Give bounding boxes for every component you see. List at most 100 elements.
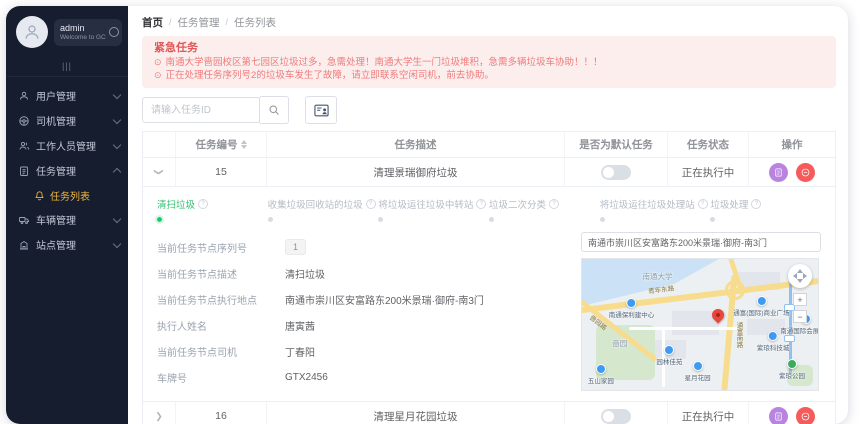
user-card[interactable]: admin Welcome to GC <box>54 18 122 46</box>
clock-icon <box>109 27 119 37</box>
main-content: 首页 / 任务管理 / 任务列表 紧急任务 ⊙ 南通大学啬园校区第七园区垃圾过多… <box>128 6 848 424</box>
id-card-button[interactable] <box>305 96 337 124</box>
breadcrumb-task-mgmt[interactable]: 任务管理 <box>178 15 220 30</box>
question-icon: ? <box>198 199 209 209</box>
map-compass[interactable] <box>788 264 812 288</box>
alert-message: ⊙ 南通大学啬园校区第七园区垃圾过多，急需处理！南通大学生一门垃圾堆积，急需多辆… <box>154 57 603 68</box>
collapse-button[interactable]: ||| <box>6 56 128 77</box>
sidebar-item-stations[interactable]: 站点管理 <box>6 232 128 257</box>
header-status: 任务状态 <box>668 132 749 157</box>
map-poi[interactable]: 五山家园 <box>588 363 614 385</box>
search-input[interactable] <box>142 97 260 123</box>
road-label: 青年东路 <box>647 285 675 296</box>
task-desc: 清理星月花园垃圾 <box>267 402 565 424</box>
question-icon: ? <box>476 199 487 209</box>
sidebar-nav: 用户管理 司机管理 工作人员管理 任务管理 任务列表 车辆管理 站点管理 <box>6 77 128 257</box>
step-item[interactable]: 收集垃圾回收站的垃圾? <box>267 197 379 222</box>
urgent-task-alert: 紧急任务 ⊙ 南通大学啬园校区第七园区垃圾过多，急需处理！南通大学生一门垃圾堆积… <box>142 36 836 88</box>
detail-button[interactable] <box>769 162 788 182</box>
user-row: admin Welcome to GC <box>6 6 128 56</box>
breadcrumb-home[interactable]: 首页 <box>142 15 163 30</box>
address-input[interactable] <box>581 232 821 252</box>
chevron-down-icon <box>112 214 122 223</box>
truck-icon <box>18 214 30 226</box>
chevron-down-icon <box>112 115 122 124</box>
table-row: ❯ 15 清理景瑞御府垃圾 正在执行中 <box>143 158 835 187</box>
document-icon <box>775 167 782 177</box>
header-expand <box>143 132 176 157</box>
question-icon: ? <box>697 199 708 209</box>
delete-button[interactable] <box>796 406 815 424</box>
map-poi[interactable]: 紫琅科技城 <box>757 331 789 352</box>
staff-icon <box>18 140 30 152</box>
map-poi[interactable]: 星月花园 <box>685 361 711 382</box>
table-header-row: 任务编号 任务描述 是否为默认任务 任务状态 操作 <box>143 132 835 158</box>
map-poi[interactable]: 紫琅公园 <box>779 358 805 380</box>
sort-icon[interactable] <box>240 140 247 149</box>
header-task-id[interactable]: 任务编号 <box>176 132 267 157</box>
task-table: 任务编号 任务描述 是否为默认任务 任务状态 操作 ❯ 15 清理景瑞御府垃圾 … <box>142 131 836 424</box>
alert-message: ⊙ 正在处理任务序列号2的垃圾车发生了故障，请立即联系空闲司机，前去协助。 <box>154 70 494 81</box>
zoom-in-button[interactable]: + <box>793 293 807 306</box>
avatar[interactable] <box>16 16 48 48</box>
search-button[interactable] <box>260 96 289 124</box>
step-item[interactable]: 垃圾处理? <box>710 197 821 222</box>
step-dot <box>378 217 384 222</box>
default-task-toggle[interactable] <box>601 408 631 424</box>
sidebar: admin Welcome to GC ||| 用户管理 司机管理 工作人员管理… <box>6 6 128 424</box>
step-item[interactable]: 将垃圾运往垃圾处理站? <box>599 197 711 222</box>
chevron-up-icon <box>112 167 122 177</box>
sidebar-item-vehicles[interactable]: 车辆管理 <box>6 207 128 232</box>
breadcrumb-task-list: 任务列表 <box>234 16 277 29</box>
bell-icon <box>35 190 44 200</box>
header-ops: 操作 <box>781 139 803 151</box>
station-icon <box>18 239 30 251</box>
step-dot <box>489 217 495 222</box>
minus-circle-icon <box>801 168 810 176</box>
detail-button[interactable] <box>769 406 788 424</box>
field-plate-number: 车牌号 GTX2456 <box>157 371 328 385</box>
step-dot <box>267 217 273 222</box>
person-icon <box>25 25 39 39</box>
sidebar-item-label: 任务列表 <box>50 191 90 203</box>
document-icon <box>775 411 782 421</box>
step-dot <box>599 217 605 222</box>
user-welcome: Welcome to GC <box>60 33 106 41</box>
sidebar-item-tasks[interactable]: 任务管理 <box>6 158 128 183</box>
zoom-out-button[interactable]: − <box>793 310 807 323</box>
alert-title: 紧急任务 <box>154 42 198 54</box>
sidebar-item-drivers[interactable]: 司机管理 <box>6 108 128 133</box>
field-node-location: 当前任务节点执行地点 南通市崇川区安富路东200米景瑞·御府-南3门 <box>157 295 484 307</box>
user-icon <box>18 90 30 102</box>
map-poi[interactable]: 园林佳苑 <box>656 345 682 366</box>
chevron-down-icon <box>112 140 122 149</box>
field-node-seq: 当前任务节点序列号 1 <box>157 234 563 260</box>
breadcrumb-separator: / <box>169 17 172 27</box>
field-node-desc: 当前任务节点描述 清扫垃圾 <box>157 269 325 281</box>
step-dot <box>710 217 716 222</box>
map[interactable]: 青年东路 啬园路 通富南路 南通大学 南通保利建中心 通富(国际)商业广场 南通… <box>581 258 819 391</box>
sidebar-item-users[interactable]: 用户管理 <box>6 83 128 108</box>
sidebar-item-task-list[interactable]: 任务列表 <box>6 183 128 207</box>
road-label: 通富南路 <box>735 321 743 348</box>
step-item[interactable]: 垃圾二次分类? <box>489 197 600 222</box>
step-item[interactable]: 清扫垃圾? <box>155 197 268 224</box>
expand-row-button[interactable]: ❯ <box>155 412 163 421</box>
toolbar <box>142 96 836 124</box>
delete-button[interactable] <box>796 162 815 182</box>
task-stepper: 清扫垃圾? 收集垃圾回收站的垃圾? 将垃圾运往垃圾中转站? 垃圾二次分类? 将垃… <box>155 197 821 224</box>
search-icon <box>269 105 279 115</box>
map-zoom-control: + − <box>793 293 807 323</box>
map-column: 青年东路 啬园路 通富南路 南通大学 南通保利建中心 通富(国际)商业广场 南通… <box>581 232 821 391</box>
map-label: 南通大学 <box>642 272 673 282</box>
header-task-desc: 任务描述 <box>267 132 565 157</box>
default-task-toggle[interactable] <box>601 164 631 180</box>
breadcrumb-separator: / <box>225 17 229 27</box>
header-default: 是否为默认任务 <box>565 132 668 157</box>
task-status: 正在执行中 <box>668 158 749 186</box>
step-item[interactable]: 将垃圾运往垃圾中转站? <box>378 197 489 222</box>
step-dot <box>155 215 164 224</box>
map-poi[interactable]: 南通保利建中心 <box>609 298 654 319</box>
expand-row-button[interactable]: ❯ <box>154 168 164 176</box>
sidebar-item-staff[interactable]: 工作人员管理 <box>6 133 128 158</box>
